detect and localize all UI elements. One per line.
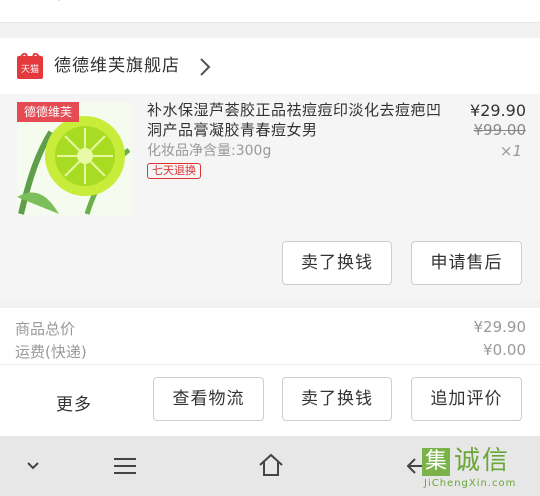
chevron-right-icon[interactable]	[196, 56, 214, 78]
watermark-logo: 集	[422, 448, 450, 476]
previous-section-strip	[0, 0, 540, 23]
watermark-text: 诚信	[454, 446, 511, 476]
shop-header[interactable]: 天猫 德德维芙旗舰店	[0, 38, 540, 94]
shipping-value: ¥0.00	[483, 341, 526, 359]
chevron-down-icon[interactable]	[25, 460, 41, 472]
product-spec: 化妆品净含量:300g	[147, 143, 272, 159]
svg-text:天猫: 天猫	[21, 63, 39, 75]
product-quantity: ×1	[499, 142, 522, 160]
product-item[interactable]: 德德维芙 补水保湿芦荟胶正品祛痘痘印淡化去痘疤凹洞产品膏凝胶青春痘女男 化妆品净…	[0, 94, 540, 300]
watermark-url: JiChengXin.com	[424, 478, 517, 489]
order-summary: 商品总价 ¥29.90 运费(快递) ¥0.00	[0, 308, 540, 364]
view-logistics-button[interactable]: 查看物流	[153, 377, 264, 421]
sell-for-cash-button-2[interactable]: 卖了换钱	[282, 377, 392, 421]
system-navbar: 集 诚信 JiChengXin.com	[0, 436, 540, 496]
shipping-label: 运费(快递)	[15, 343, 87, 361]
product-thumbnail[interactable]: 德德维芙	[17, 102, 132, 215]
order-actions: 更多 查看物流 卖了换钱 追加评价	[0, 364, 540, 437]
shop-name[interactable]: 德德维芙旗舰店	[54, 51, 180, 76]
truncated-icon	[57, 0, 60, 1]
original-price: ¥99.00	[473, 121, 527, 139]
watermark: 集 诚信 JiChengXin.com	[422, 446, 540, 494]
sell-for-cash-button[interactable]: 卖了换钱	[282, 241, 392, 285]
return-policy-badge: 七天退换	[147, 163, 201, 179]
product-price: ¥29.90	[470, 101, 526, 120]
brand-tag: 德德维芙	[17, 102, 80, 122]
tmall-logo-icon: 天猫	[17, 53, 43, 79]
menu-icon[interactable]	[112, 456, 138, 476]
apply-after-sale-button[interactable]: 申请售后	[411, 241, 522, 285]
more-button[interactable]: 更多	[56, 390, 92, 415]
subtotal-value: ¥29.90	[473, 318, 527, 336]
home-icon[interactable]	[257, 452, 285, 478]
product-title[interactable]: 补水保湿芦荟胶正品祛痘痘印淡化去痘疤凹洞产品膏凝胶青春痘女男	[147, 100, 447, 140]
add-review-button[interactable]: 追加评价	[411, 377, 522, 421]
subtotal-label: 商品总价	[15, 320, 76, 338]
